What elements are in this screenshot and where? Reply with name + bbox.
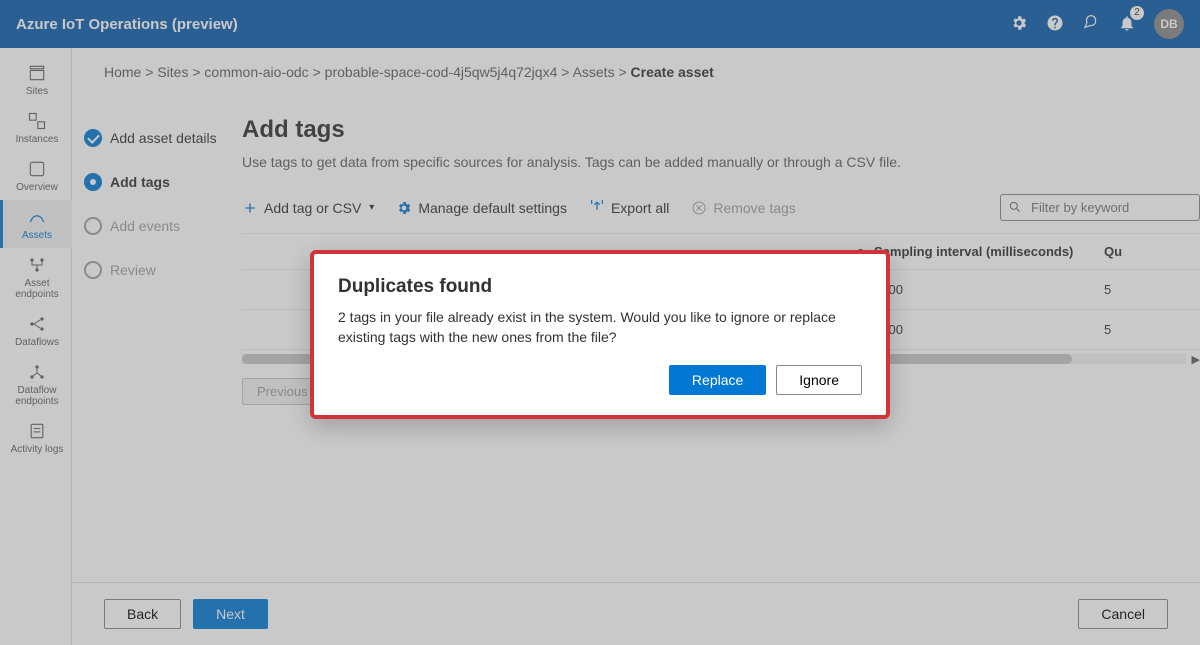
- dialog-body: 2 tags in your file already exist in the…: [338, 308, 862, 347]
- replace-button[interactable]: Replace: [669, 365, 766, 395]
- modal-scrim: Duplicates found 2 tags in your file alr…: [0, 0, 1200, 645]
- ignore-button[interactable]: Ignore: [776, 365, 862, 395]
- duplicates-dialog: Duplicates found 2 tags in your file alr…: [310, 250, 890, 419]
- dialog-title: Duplicates found: [338, 276, 862, 298]
